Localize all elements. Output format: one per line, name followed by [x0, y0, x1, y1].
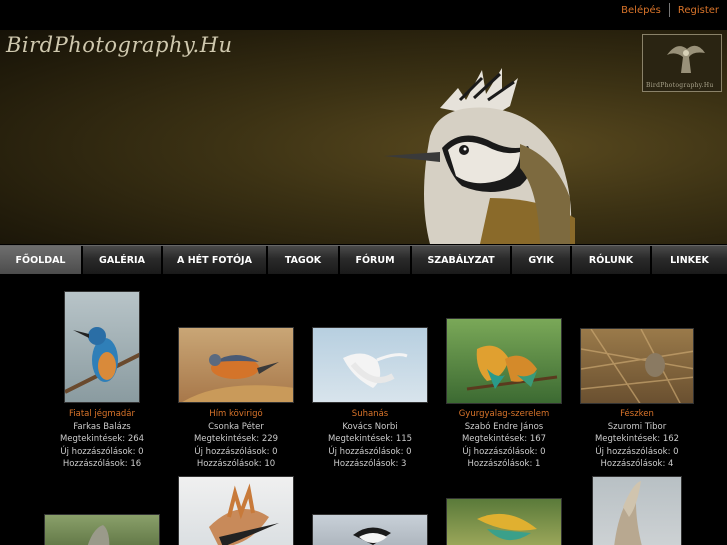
nav-tab-photo-of-week[interactable]: A HÉT FOTÓJA [163, 246, 268, 274]
photo-new-comments: Új hozzászólások: 0 [595, 446, 679, 457]
nav-tab-home[interactable]: FŐOLDAL [0, 246, 83, 274]
photo-thumbnail[interactable] [44, 514, 160, 545]
photo-card: Hím kövirigó Csonka Péter Megtekintések:… [174, 408, 298, 471]
kingfisher-image [65, 327, 139, 394]
photo-new-comments: Új hozzászólások: 0 [328, 446, 412, 457]
photo-thumbnail[interactable] [446, 318, 562, 404]
header-banner: BirdPhotography.Hu BirdPhotography.Hu [0, 30, 727, 244]
photo-card: Gyurgyalag-szerelem Szabó Endre János Me… [442, 408, 566, 471]
egret-image [343, 353, 408, 388]
photo-author: Farkas Balázs [73, 421, 131, 432]
photo-author: Kovács Norbi [342, 421, 398, 432]
nav-tab-links[interactable]: LINKEK [652, 246, 727, 274]
watermark-stamp: BirdPhotography.Hu [642, 34, 722, 92]
photo-card: Suhanás Kovács Norbi Megtekintések: 115 … [308, 408, 432, 471]
photo-comments: Hozzászólások: 16 [62, 459, 142, 469]
photo-views: Megtekintések: 264 [59, 434, 145, 444]
photo-thumbnail[interactable] [592, 476, 682, 545]
nav-tab-gallery[interactable]: GALÉRIA [83, 246, 163, 274]
watermark-text: BirdPhotography.Hu [646, 82, 714, 89]
photo-thumbnail[interactable] [178, 327, 294, 403]
nav-tab-forum[interactable]: FÓRUM [340, 246, 412, 274]
photo-thumbnail[interactable] [312, 514, 428, 545]
photo-thumbnail[interactable] [64, 291, 140, 403]
photo-views: Megtekintések: 115 [327, 434, 413, 444]
login-link[interactable]: Belépés [621, 5, 661, 16]
bee-eater-flight-image [477, 513, 537, 541]
top-bar: Belépés Register [0, 0, 727, 30]
register-link[interactable]: Register [678, 5, 719, 16]
owl-logo-icon [667, 45, 705, 73]
heron-image [87, 525, 110, 545]
photo-gallery: Fiatal jégmadár Farkas Balázs Megtekinté… [0, 278, 727, 545]
photo-new-comments: Új hozzászólások: 0 [194, 446, 278, 457]
photo-author: Csonka Péter [208, 421, 264, 432]
photo-author: Szabó Endre János [464, 421, 544, 432]
photo-title[interactable]: Gyurgyalag-szerelem [442, 408, 566, 421]
link-divider [668, 3, 670, 17]
account-links: Belépés Register [621, 3, 719, 17]
photo-new-comments: Új hozzászólások: 0 [60, 446, 144, 457]
photo-title[interactable]: Fiatal jégmadár [40, 408, 164, 421]
photo-views: Megtekintések: 167 [461, 434, 547, 444]
rock-thrush-image [182, 354, 293, 402]
nav-tab-faq[interactable]: GYIK [512, 246, 572, 274]
photo-card: Fészken Szuromi Tibor Megtekintések: 162… [575, 408, 699, 471]
photo-title[interactable]: Suhanás [308, 408, 432, 421]
main-nav: FŐOLDAL GALÉRIA A HÉT FOTÓJA TAGOK FÓRUM… [0, 245, 727, 274]
photo-comments: Hozzászólások: 3 [333, 459, 407, 469]
site-logo-title[interactable]: BirdPhotography.Hu [6, 33, 233, 57]
photo-views: Megtekintések: 162 [594, 434, 680, 444]
raptor-image [614, 481, 642, 545]
photo-card: Fiatal jégmadár Farkas Balázs Megtekinté… [40, 408, 164, 471]
photo-comments: Hozzászólások: 1 [467, 459, 541, 469]
crested-tit-image [384, 68, 575, 244]
bee-eater-image [466, 345, 558, 391]
photo-author: Szuromi Tibor [607, 421, 667, 432]
photo-thumbnail[interactable] [580, 328, 694, 404]
nav-tab-about[interactable]: RÓLUNK [572, 246, 652, 274]
hoopoe-image [209, 483, 279, 545]
photo-title[interactable]: Hím kövirigó [174, 408, 298, 421]
nest-image [581, 329, 693, 403]
photo-new-comments: Új hozzászólások: 0 [462, 446, 546, 457]
photo-comments: Hozzászólások: 10 [196, 459, 276, 469]
photo-comments: Hozzászólások: 4 [600, 459, 674, 469]
photo-thumbnail[interactable] [312, 327, 428, 403]
photo-views: Megtekintések: 229 [193, 434, 279, 444]
photo-thumbnail[interactable] [446, 498, 562, 545]
nav-tab-members[interactable]: TAGOK [268, 246, 340, 274]
stilt-image [353, 527, 391, 545]
nav-tab-rules[interactable]: SZABÁLYZAT [412, 246, 512, 274]
photo-title[interactable]: Fészken [575, 408, 699, 421]
photo-thumbnail[interactable] [178, 476, 294, 545]
